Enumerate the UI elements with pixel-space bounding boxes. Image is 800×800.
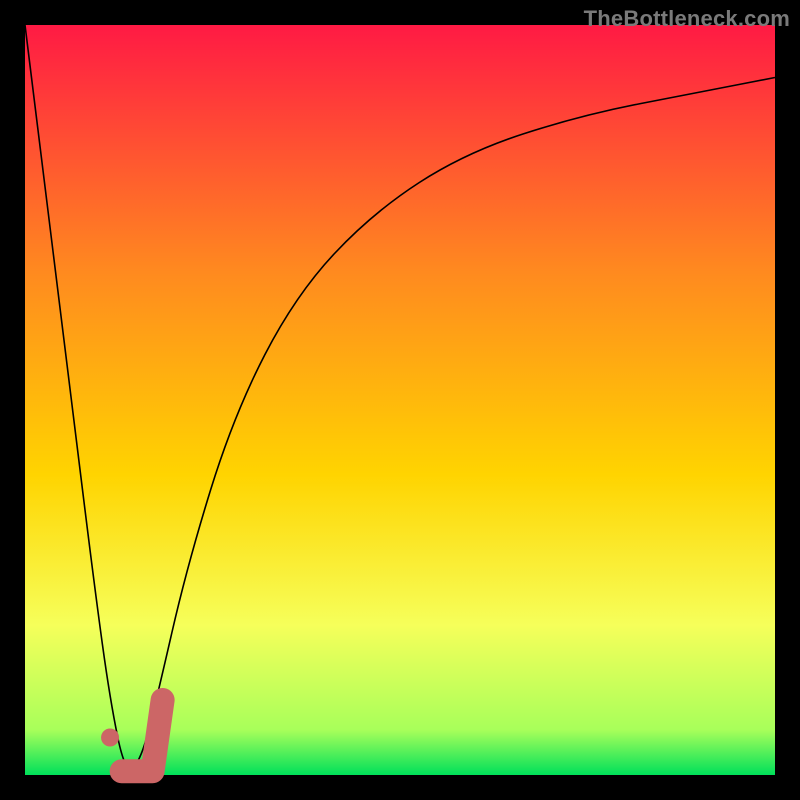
chart-svg (0, 0, 800, 800)
selection-marker-dot (101, 729, 119, 747)
chart-frame: TheBottleneck.com (0, 0, 800, 800)
plot-area-gradient (25, 25, 775, 775)
